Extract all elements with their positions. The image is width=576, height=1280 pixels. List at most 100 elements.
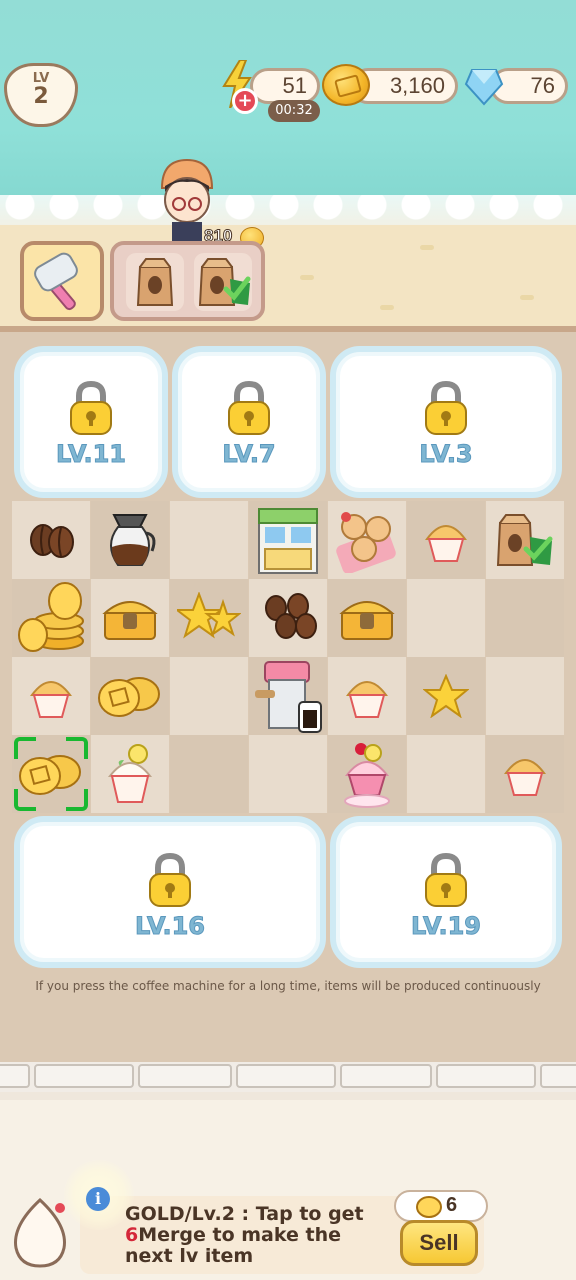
- lemon-cupcake-icon: [107, 744, 153, 803]
- coffee-beans-pile-icon: [265, 593, 317, 639]
- board-hint: If you press the coffee machine for a lo…: [35, 979, 541, 993]
- coffee-bag-check-icon: [496, 514, 553, 566]
- lock-level: LV.11: [56, 440, 127, 469]
- lock-level: LV.3: [419, 440, 473, 469]
- board-cell[interactable]: [170, 657, 248, 735]
- board-cell[interactable]: [328, 579, 406, 657]
- board-cell[interactable]: [328, 657, 406, 735]
- lock-level: LV.7: [222, 440, 276, 469]
- selection-corner: [66, 737, 88, 759]
- counter-tile: [34, 1064, 134, 1088]
- board-cell[interactable]: [91, 735, 169, 813]
- lock-icon: [70, 380, 112, 435]
- gem-icon: [464, 69, 504, 106]
- sell-price-badge: 6: [394, 1190, 488, 1222]
- item-info-text: GOLD/Lv.2 : Tap to get 6Merge to make th…: [125, 1204, 395, 1267]
- coffee-beans-icon: [30, 524, 74, 558]
- cat-cookies-icon: [336, 512, 396, 573]
- gem-value: 76: [530, 73, 555, 98]
- gold-value: 3,160: [389, 73, 445, 98]
- bag-slot-1[interactable]: [126, 253, 184, 311]
- board-cell[interactable]: [249, 735, 327, 813]
- level-value: 2: [33, 84, 49, 109]
- energy-counter[interactable]: 51: [250, 68, 320, 104]
- lock-icon: [228, 380, 270, 435]
- info-icon[interactable]: i: [86, 1187, 110, 1211]
- board-cell[interactable]: [170, 579, 248, 657]
- board-cell[interactable]: [12, 657, 90, 735]
- star-icon: [423, 674, 469, 718]
- coffee-bag-check-icon: [198, 258, 251, 306]
- counter-tile: [340, 1064, 432, 1088]
- board-cell[interactable]: [407, 579, 485, 657]
- selection-corner: [14, 737, 36, 759]
- coffee-machine-icon: [255, 661, 322, 733]
- item-info-message: 6Merge to make the next lv item: [125, 1224, 341, 1267]
- board-cell[interactable]: [249, 501, 327, 579]
- gold-coins-icon: [98, 677, 160, 717]
- locked-zone[interactable]: LV.11: [14, 346, 168, 498]
- counter-tile: [540, 1064, 576, 1088]
- counter-tile: [436, 1064, 536, 1088]
- board-cell[interactable]: [12, 579, 90, 657]
- board-cell[interactable]: [486, 579, 564, 657]
- bag-slot-2[interactable]: [194, 253, 252, 311]
- sell-button[interactable]: Sell: [400, 1220, 478, 1266]
- merge-count: 6: [125, 1224, 139, 1246]
- board-cell[interactable]: [486, 501, 564, 579]
- egg-icon: [14, 1197, 66, 1268]
- star-pair-icon: [177, 592, 241, 639]
- coffee-bag-icon: [136, 258, 174, 306]
- cherry-cupcake-icon: [344, 743, 390, 808]
- selection-corner: [66, 789, 88, 811]
- reward-bag-tray[interactable]: [110, 241, 265, 321]
- vending-shop-icon: [258, 508, 318, 574]
- coin-icon: [416, 1196, 442, 1218]
- lock-level: LV.16: [135, 912, 206, 941]
- locked-zone[interactable]: LV.7: [172, 346, 326, 498]
- add-energy-icon[interactable]: +: [232, 88, 258, 114]
- counter-tile: [0, 1064, 30, 1088]
- locked-zone[interactable]: LV.3: [330, 346, 562, 498]
- cupcake-icon: [346, 681, 388, 718]
- board-cell[interactable]: [249, 657, 327, 735]
- board-cell[interactable]: [12, 501, 90, 579]
- board-cell[interactable]: [91, 579, 169, 657]
- item-info-title: GOLD/Lv.2 : Tap to get: [125, 1203, 364, 1225]
- board-cell[interactable]: [407, 501, 485, 579]
- board-cell[interactable]: [486, 657, 564, 735]
- sell-price-value: 6: [446, 1194, 458, 1216]
- lock-icon: [149, 852, 191, 907]
- selection-corner: [14, 789, 36, 811]
- gold-coin-icon: [322, 64, 370, 106]
- treasure-chest-icon: [339, 601, 395, 640]
- board-cell[interactable]: [328, 735, 406, 813]
- board-cell[interactable]: [328, 501, 406, 579]
- treasure-chest-icon: [102, 601, 158, 640]
- board-cell[interactable]: [407, 657, 485, 735]
- cupcake-icon: [425, 525, 467, 562]
- hammer-tool-button[interactable]: [20, 241, 104, 321]
- board-cell[interactable]: [170, 501, 248, 579]
- lock-level: LV.19: [411, 912, 482, 941]
- merge-board: LV.11 LV.7 LV.3 LV.16 LV.19: [12, 344, 564, 972]
- counter-tile: [236, 1064, 336, 1088]
- lock-icon: [425, 852, 467, 907]
- locked-zone[interactable]: LV.19: [330, 816, 562, 968]
- board-cell[interactable]: [249, 579, 327, 657]
- board-cell[interactable]: [486, 735, 564, 813]
- hammer-icon: [34, 252, 78, 311]
- board-cell[interactable]: [91, 657, 169, 735]
- gold-coin-stack-icon: [18, 582, 84, 652]
- cupcake-icon: [30, 681, 72, 718]
- coffee-pot-icon: [110, 514, 156, 566]
- board-cell[interactable]: [12, 735, 90, 813]
- board-cell[interactable]: [407, 735, 485, 813]
- energy-timer: 00:32: [268, 100, 320, 122]
- board-cell[interactable]: [170, 735, 248, 813]
- cupcake-icon: [504, 759, 546, 796]
- board-cell[interactable]: [91, 501, 169, 579]
- lock-icon: [425, 380, 467, 435]
- energy-value: 51: [282, 73, 307, 98]
- locked-zone[interactable]: LV.16: [14, 816, 326, 968]
